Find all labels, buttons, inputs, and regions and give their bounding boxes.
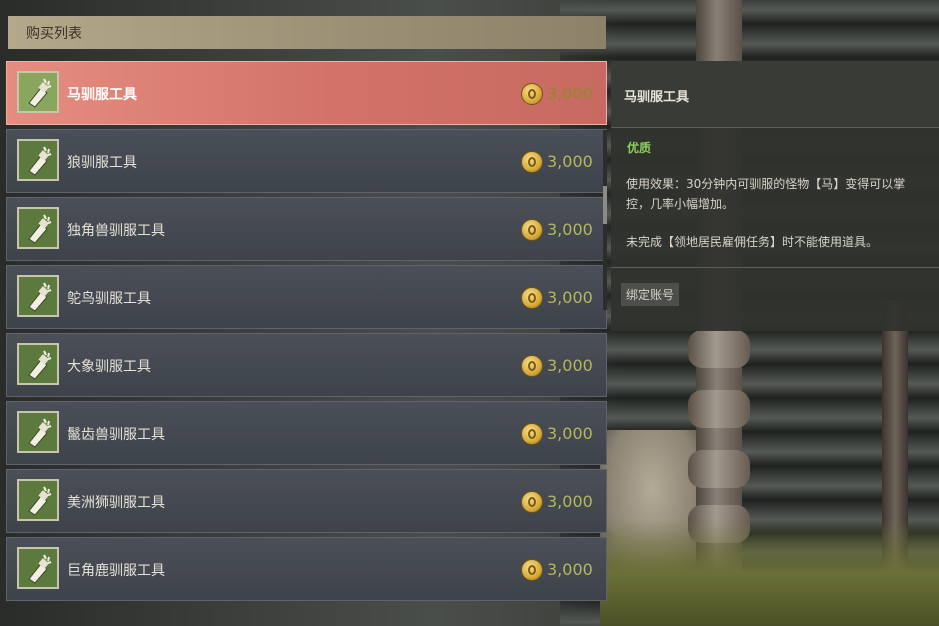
taming-tool-icon bbox=[17, 207, 59, 249]
gold-coin-icon bbox=[521, 423, 543, 445]
item-quality: 优质 bbox=[627, 141, 652, 155]
taming-tool-icon bbox=[17, 71, 59, 113]
list-scrollbar[interactable] bbox=[603, 130, 607, 310]
purchase-list-title: 购买列表 bbox=[26, 26, 82, 42]
taming-tool-icon bbox=[17, 547, 59, 589]
item-price: 3,000 bbox=[547, 424, 593, 443]
item-price: 3,000 bbox=[547, 152, 593, 171]
list-item[interactable]: 狼驯服工具 3,000 bbox=[6, 129, 607, 193]
gold-coin-icon bbox=[521, 491, 543, 513]
gold-coin-icon bbox=[521, 287, 543, 309]
item-price: 3,000 bbox=[547, 356, 593, 375]
item-name: 独角兽驯服工具 bbox=[67, 223, 165, 239]
account-bound-tag: 绑定账号 bbox=[621, 283, 680, 306]
item-name: 狼驯服工具 bbox=[67, 155, 137, 171]
item-name: 鬣齿兽驯服工具 bbox=[67, 427, 165, 443]
item-effect: 使用效果：30分钟内可驯服的怪物【马】变得可以掌控，几率小幅增加。 bbox=[626, 177, 906, 211]
taming-tool-icon bbox=[17, 479, 59, 521]
gold-coin-icon bbox=[521, 559, 543, 581]
list-item[interactable]: 巨角鹿驯服工具 3,000 bbox=[6, 537, 607, 601]
gold-coin-icon bbox=[521, 219, 543, 241]
list-item[interactable]: 鸵鸟驯服工具 3,000 bbox=[6, 265, 607, 329]
scrollbar-thumb[interactable] bbox=[603, 186, 607, 224]
list-item[interactable]: 独角兽驯服工具 3,000 bbox=[6, 197, 607, 261]
item-price: 3,000 bbox=[547, 560, 593, 579]
item-price: 3,000 bbox=[547, 492, 593, 511]
taming-tool-icon bbox=[17, 139, 59, 181]
item-condition: 未完成【领地居民雇佣任务】时不能使用道具。 bbox=[626, 235, 879, 249]
post-carving bbox=[688, 450, 750, 488]
gold-coin-icon bbox=[521, 83, 543, 105]
divider bbox=[611, 267, 939, 268]
item-detail-tooltip: 马驯服工具 优质 使用效果：30分钟内可驯服的怪物【马】变得可以掌控，几率小幅增… bbox=[611, 61, 939, 331]
purchase-list-header: 购买列表 bbox=[8, 16, 606, 49]
item-name: 鸵鸟驯服工具 bbox=[67, 291, 151, 307]
item-name: 马驯服工具 bbox=[67, 87, 137, 103]
grass bbox=[600, 520, 939, 626]
gold-coin-icon bbox=[521, 355, 543, 377]
list-item[interactable]: 美洲狮驯服工具 3,000 bbox=[6, 469, 607, 533]
post-carving bbox=[688, 330, 750, 368]
gold-coin-icon bbox=[521, 151, 543, 173]
item-price: 3,000 bbox=[547, 288, 593, 307]
taming-tool-icon bbox=[17, 275, 59, 317]
item-price: 3,000 bbox=[547, 220, 593, 239]
item-name: 大象驯服工具 bbox=[67, 359, 151, 375]
item-price: 3,000 bbox=[547, 84, 593, 103]
detail-header: 马驯服工具 bbox=[611, 61, 939, 128]
list-item[interactable]: 马驯服工具 3,000 bbox=[6, 61, 607, 125]
taming-tool-icon bbox=[17, 411, 59, 453]
list-item[interactable]: 大象驯服工具 3,000 bbox=[6, 333, 607, 397]
detail-title: 马驯服工具 bbox=[624, 90, 690, 105]
item-name: 巨角鹿驯服工具 bbox=[67, 563, 165, 579]
taming-tool-icon bbox=[17, 343, 59, 385]
item-name: 美洲狮驯服工具 bbox=[67, 495, 165, 511]
list-item[interactable]: 鬣齿兽驯服工具 3,000 bbox=[6, 401, 607, 465]
post-carving bbox=[688, 390, 750, 428]
